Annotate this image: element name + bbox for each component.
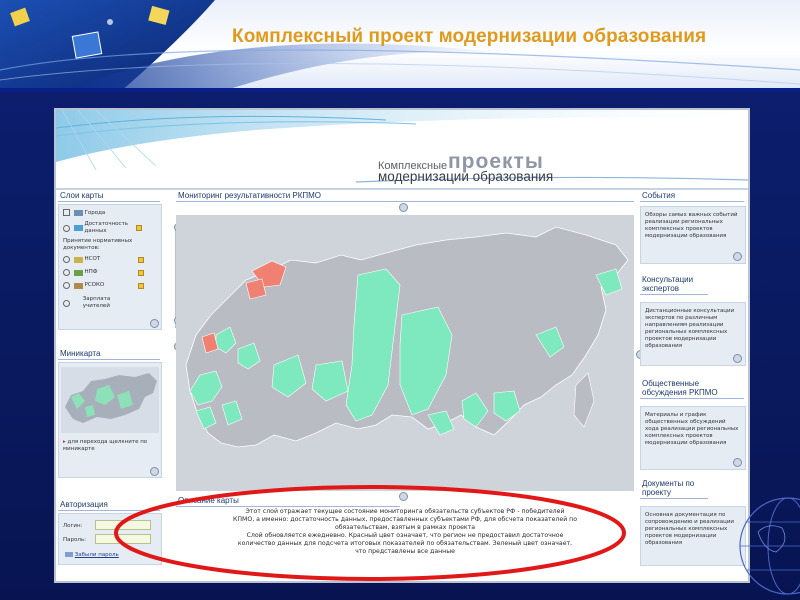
events-text: Обзоры самых важных событий реализации р… [645, 212, 738, 239]
minimap-hint-text: для перехода щелкните по миникарте [63, 439, 148, 452]
radio-icon[interactable] [63, 282, 70, 289]
doc-layer-icon [73, 282, 83, 289]
minimap-image[interactable] [61, 367, 159, 433]
city-layer-icon [73, 209, 83, 216]
radio-icon[interactable] [63, 269, 70, 276]
help-icon[interactable] [136, 225, 143, 231]
radio-icon[interactable] [63, 256, 70, 263]
slide-header: Комплексный проект модернизации образова… [0, 0, 800, 92]
radio-icon[interactable] [63, 299, 70, 307]
highlight-oval [114, 485, 626, 581]
layer-item-cities[interactable]: Города [63, 209, 159, 217]
events-panel: Обзоры самых важных событий реализации р… [640, 206, 746, 264]
discussions-more-button[interactable] [733, 458, 742, 467]
discussions-text: Материалы и график общественных обсужден… [645, 412, 739, 446]
radio-icon[interactable] [63, 224, 70, 232]
minimap-expand-button[interactable] [150, 467, 159, 476]
events-more-button[interactable] [733, 252, 742, 261]
russia-map[interactable] [176, 215, 634, 491]
doc-label: Зарплата учителей [82, 296, 111, 309]
layers-panel: Города Достаточность данных Принятие нор… [58, 204, 162, 330]
consultations-panel: Дистанционные консультации экспертов по … [640, 302, 746, 366]
logo-subtitle: модернизации образования [378, 169, 554, 184]
layer-label: Достаточность данных [84, 221, 129, 234]
events-title: События [640, 190, 744, 202]
doc-item-rsoko[interactable]: РСОКО [63, 282, 159, 290]
docs-label: Принятие нормативных документов: [63, 238, 133, 251]
map-panel-title: Мониторинг результативности РКПМО [176, 190, 634, 202]
arrow-icon: ▸ [63, 439, 66, 445]
doc-item-npf[interactable]: НПФ [63, 269, 159, 277]
doc-label: РСОКО [84, 282, 105, 288]
minimap-panel-title: Миникарта [58, 348, 160, 360]
portal-banner: Комплексные проекты модернизации образов… [56, 110, 748, 190]
map-pan-up-button[interactable] [399, 203, 408, 212]
password-label: Пароль: [63, 536, 86, 543]
help-icon[interactable] [138, 256, 145, 263]
layers-expand-button[interactable] [150, 319, 159, 328]
discussions-title: Общественные обсуждения РКПМО [640, 378, 744, 399]
layer-label: Города [84, 210, 106, 216]
minimap-panel: ▸ для перехода щелкните по миникарте [58, 362, 162, 478]
documents-panel: Основная документация по сопровождению и… [640, 506, 746, 566]
slide-title: Комплексный проект модернизации образова… [232, 26, 707, 47]
documents-text: Основная документация по сопровождению и… [645, 512, 734, 546]
doc-layer-icon [73, 269, 83, 276]
doc-item-nsot[interactable]: НСОТ [63, 256, 159, 264]
doc-label: НПФ [84, 269, 98, 275]
data-layer-icon [73, 225, 83, 231]
doc-layer-icon [73, 256, 83, 263]
doc-label: НСОТ [84, 256, 101, 262]
consultations-text: Дистанционные консультации экспертов по … [645, 308, 735, 349]
help-icon[interactable] [138, 282, 145, 289]
layers-panel-title: Слои карты [58, 190, 160, 202]
discussions-panel: Материалы и график общественных обсужден… [640, 406, 746, 470]
globe-icon [739, 497, 800, 595]
login-label: Логин: [63, 522, 83, 529]
layer-item-data[interactable]: Достаточность данных [63, 221, 159, 235]
russia-map-svg[interactable] [176, 215, 634, 491]
consultations-title: Консультации экспертов [640, 274, 708, 295]
checkbox-icon[interactable] [63, 209, 70, 216]
doc-item-salary[interactable]: Зарплата учителей [63, 296, 159, 310]
help-icon[interactable] [138, 269, 145, 276]
minimap-hint: ▸ для перехода щелкните по миникарте [63, 439, 159, 453]
documents-title: Документы по проекту [640, 478, 708, 499]
consultations-more-button[interactable] [733, 354, 742, 363]
mail-icon [65, 552, 73, 557]
